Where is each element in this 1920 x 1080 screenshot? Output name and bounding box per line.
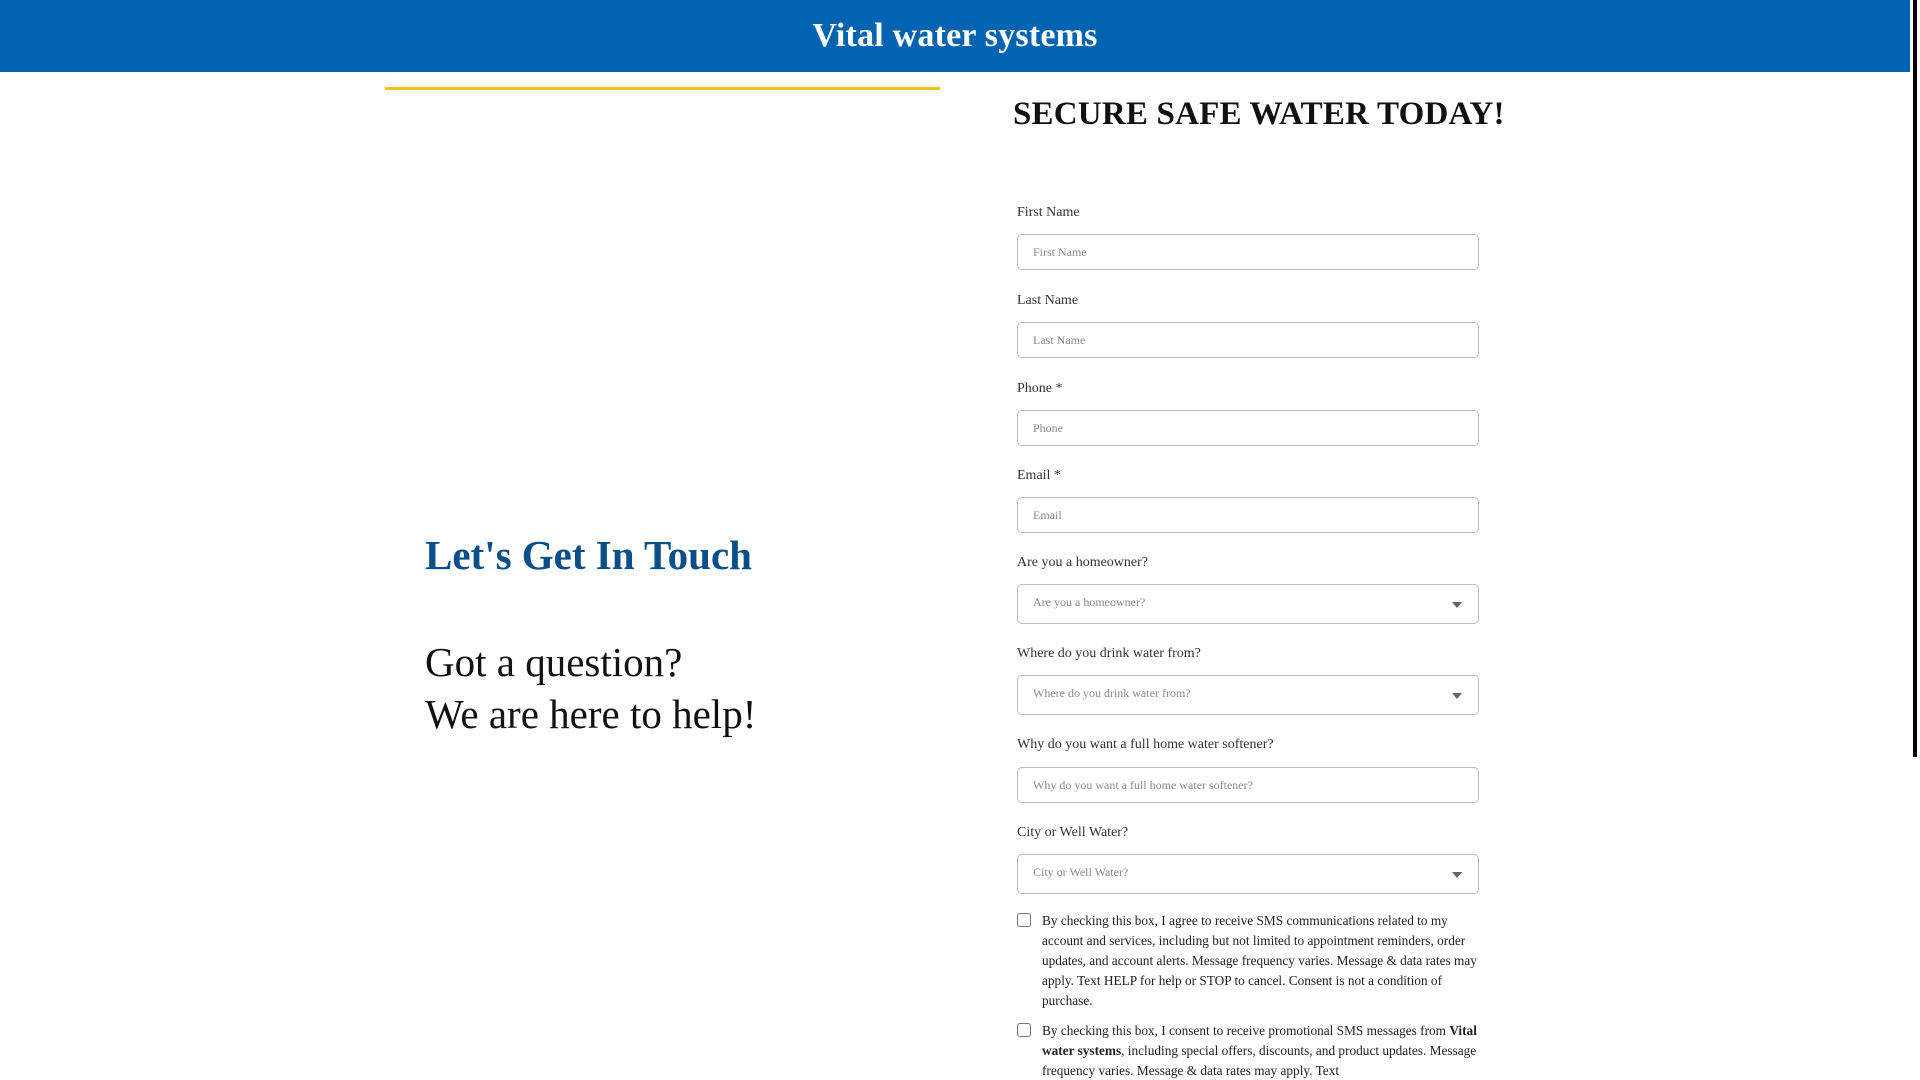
softener-reason-label: Why do you want a full home water soften… — [1017, 737, 1274, 752]
site-header: Vital water systems — [0, 0, 1910, 72]
softener-reason-field[interactable] — [1017, 767, 1479, 803]
sms-consent-text: By checking this box, I agree to receive… — [1042, 913, 1477, 1008]
promo-consent-checkbox[interactable] — [1017, 1023, 1031, 1037]
city-well-select-value: City or Well Water? — [1033, 865, 1129, 879]
last-name-label: Last Name — [1017, 293, 1079, 308]
promo-consent-text: By checking this box, I consent to recei… — [1042, 1021, 1487, 1080]
contact-message-line1: Got a question? — [425, 639, 683, 685]
first-name-field[interactable] — [1017, 234, 1479, 270]
promo-consent-text-start: By checking this box, I consent to recei… — [1042, 1023, 1450, 1038]
homeowner-label: Are you a homeowner? — [1017, 555, 1149, 570]
form-heading: SECURE SAFE WATER TODAY! — [1013, 96, 1505, 132]
sms-consent-row: By checking this box, I agree to receive… — [1017, 911, 1487, 1011]
scrollbar-thumb[interactable] — [1913, 0, 1917, 757]
last-name-field[interactable] — [1017, 322, 1479, 358]
chevron-down-icon — [1452, 693, 1462, 699]
contact-message-line2: We are here to help! — [425, 691, 757, 737]
site-title: Vital water systems — [812, 17, 1098, 54]
email-field[interactable] — [1017, 497, 1479, 533]
chevron-down-icon — [1452, 872, 1462, 878]
first-name-label: First Name — [1017, 205, 1080, 220]
accent-divider — [385, 87, 940, 90]
water-source-select[interactable]: Where do you drink water from? — [1017, 675, 1479, 715]
homeowner-select[interactable]: Are you a homeowner? — [1017, 584, 1479, 624]
water-source-select-value: Where do you drink water from? — [1033, 686, 1191, 700]
chevron-down-icon — [1452, 602, 1462, 608]
city-well-label: City or Well Water? — [1017, 825, 1129, 840]
phone-field[interactable] — [1017, 410, 1479, 446]
city-well-select[interactable]: City or Well Water? — [1017, 854, 1479, 894]
phone-label: Phone * — [1017, 381, 1063, 396]
email-label: Email * — [1017, 468, 1061, 483]
homeowner-select-value: Are you a homeowner? — [1033, 595, 1146, 609]
contact-message: Got a question? We are here to help! — [425, 636, 756, 740]
contact-heading: Let's Get In Touch — [425, 532, 752, 578]
water-source-label: Where do you drink water from? — [1017, 646, 1201, 661]
promo-consent-row: By checking this box, I consent to recei… — [1017, 1021, 1487, 1080]
sms-consent-checkbox[interactable] — [1017, 913, 1031, 927]
